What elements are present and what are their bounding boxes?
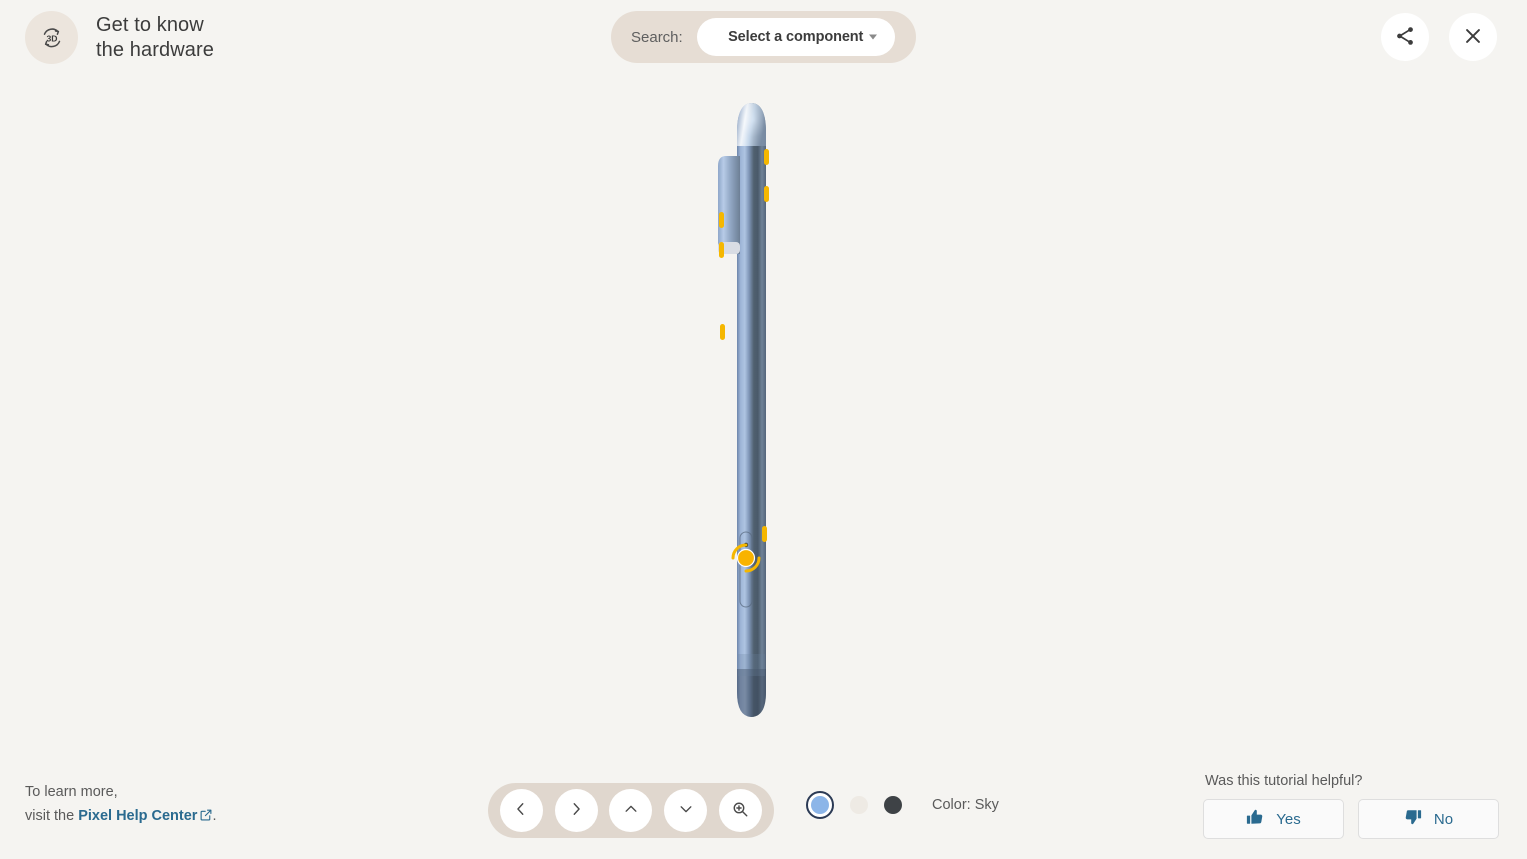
hotspot-top-2: [763, 186, 769, 202]
close-icon: [1462, 25, 1484, 50]
feedback-yes-label: Yes: [1276, 810, 1301, 828]
hotspot-volume-up: [718, 212, 724, 228]
share-button[interactable]: [1381, 13, 1429, 61]
external-link-icon: [200, 809, 212, 825]
rotate-down-button[interactable]: [664, 789, 708, 832]
color-label: Color: Sky: [932, 797, 999, 813]
chevron-down-icon: [868, 34, 877, 40]
learn-more-prefix: visit the: [25, 808, 79, 824]
color-swatch-sky[interactable]: [806, 791, 834, 819]
3d-rotate-icon: 3D: [25, 11, 78, 64]
chevron-up-icon: [624, 802, 638, 819]
model-nav-bar: [488, 783, 774, 838]
feedback-buttons: Yes No: [1203, 799, 1499, 839]
header-actions: [1381, 13, 1497, 61]
color-selector: Color: Sky: [806, 791, 999, 819]
learn-more-suffix: .: [212, 808, 217, 824]
rotate-right-button[interactable]: [554, 789, 598, 832]
learn-more-line2: visit the Pixel Help Center.: [25, 804, 216, 829]
app-header: 3D Get to know the hardware Search: Sele…: [0, 0, 1527, 76]
learn-more-block: To learn more, visit the Pixel Help Cent…: [25, 780, 216, 829]
feedback-question: Was this tutorial helpful?: [1205, 773, 1363, 789]
rotate-up-button[interactable]: [609, 789, 653, 832]
color-swatch-obsidian[interactable]: [884, 796, 902, 814]
hotspot-top-1: [763, 149, 769, 165]
component-select-dropdown[interactable]: Select a component: [696, 18, 895, 56]
color-swatch-sky-fill: [811, 796, 829, 814]
chevron-right-icon: [569, 802, 583, 819]
feedback-block: Was this tutorial helpful? Yes No: [1203, 773, 1499, 839]
thumbs-down-icon: [1404, 808, 1422, 830]
zoom-in-button[interactable]: [719, 789, 763, 832]
close-button[interactable]: [1449, 13, 1497, 61]
chevron-left-icon: [514, 802, 528, 819]
rotate-left-button[interactable]: [499, 789, 543, 832]
component-select-value: Select a component: [728, 29, 864, 45]
share-icon: [1394, 25, 1416, 50]
search-pill: Search: Select a component: [611, 11, 916, 63]
search-label: Search:: [631, 28, 683, 46]
chevron-down-icon: [679, 802, 693, 819]
color-swatch-porcelain[interactable]: [850, 796, 868, 814]
feedback-yes-button[interactable]: Yes: [1203, 799, 1344, 839]
svg-text:3D: 3D: [46, 33, 57, 43]
magnifier-plus-icon: [732, 801, 749, 821]
page-title: Get to know the hardware: [96, 13, 214, 61]
feedback-no-button[interactable]: No: [1358, 799, 1499, 839]
model-viewport[interactable]: [0, 76, 1527, 766]
pixel-help-center-link[interactable]: Pixel Help Center: [78, 808, 212, 824]
learn-more-line1: To learn more,: [25, 784, 118, 800]
feedback-no-label: No: [1433, 810, 1454, 828]
hotspot-side-upper: [761, 526, 767, 542]
hotspot-mid: [719, 324, 725, 340]
phone-3d-model[interactable]: [704, 94, 824, 724]
device-render: [717, 103, 769, 717]
brand-block: 3D Get to know the hardware: [25, 11, 214, 64]
pixel-help-center-label: Pixel Help Center: [78, 808, 198, 824]
thumbs-up-icon: [1246, 808, 1264, 830]
hotspot-volume-down: [718, 242, 724, 258]
